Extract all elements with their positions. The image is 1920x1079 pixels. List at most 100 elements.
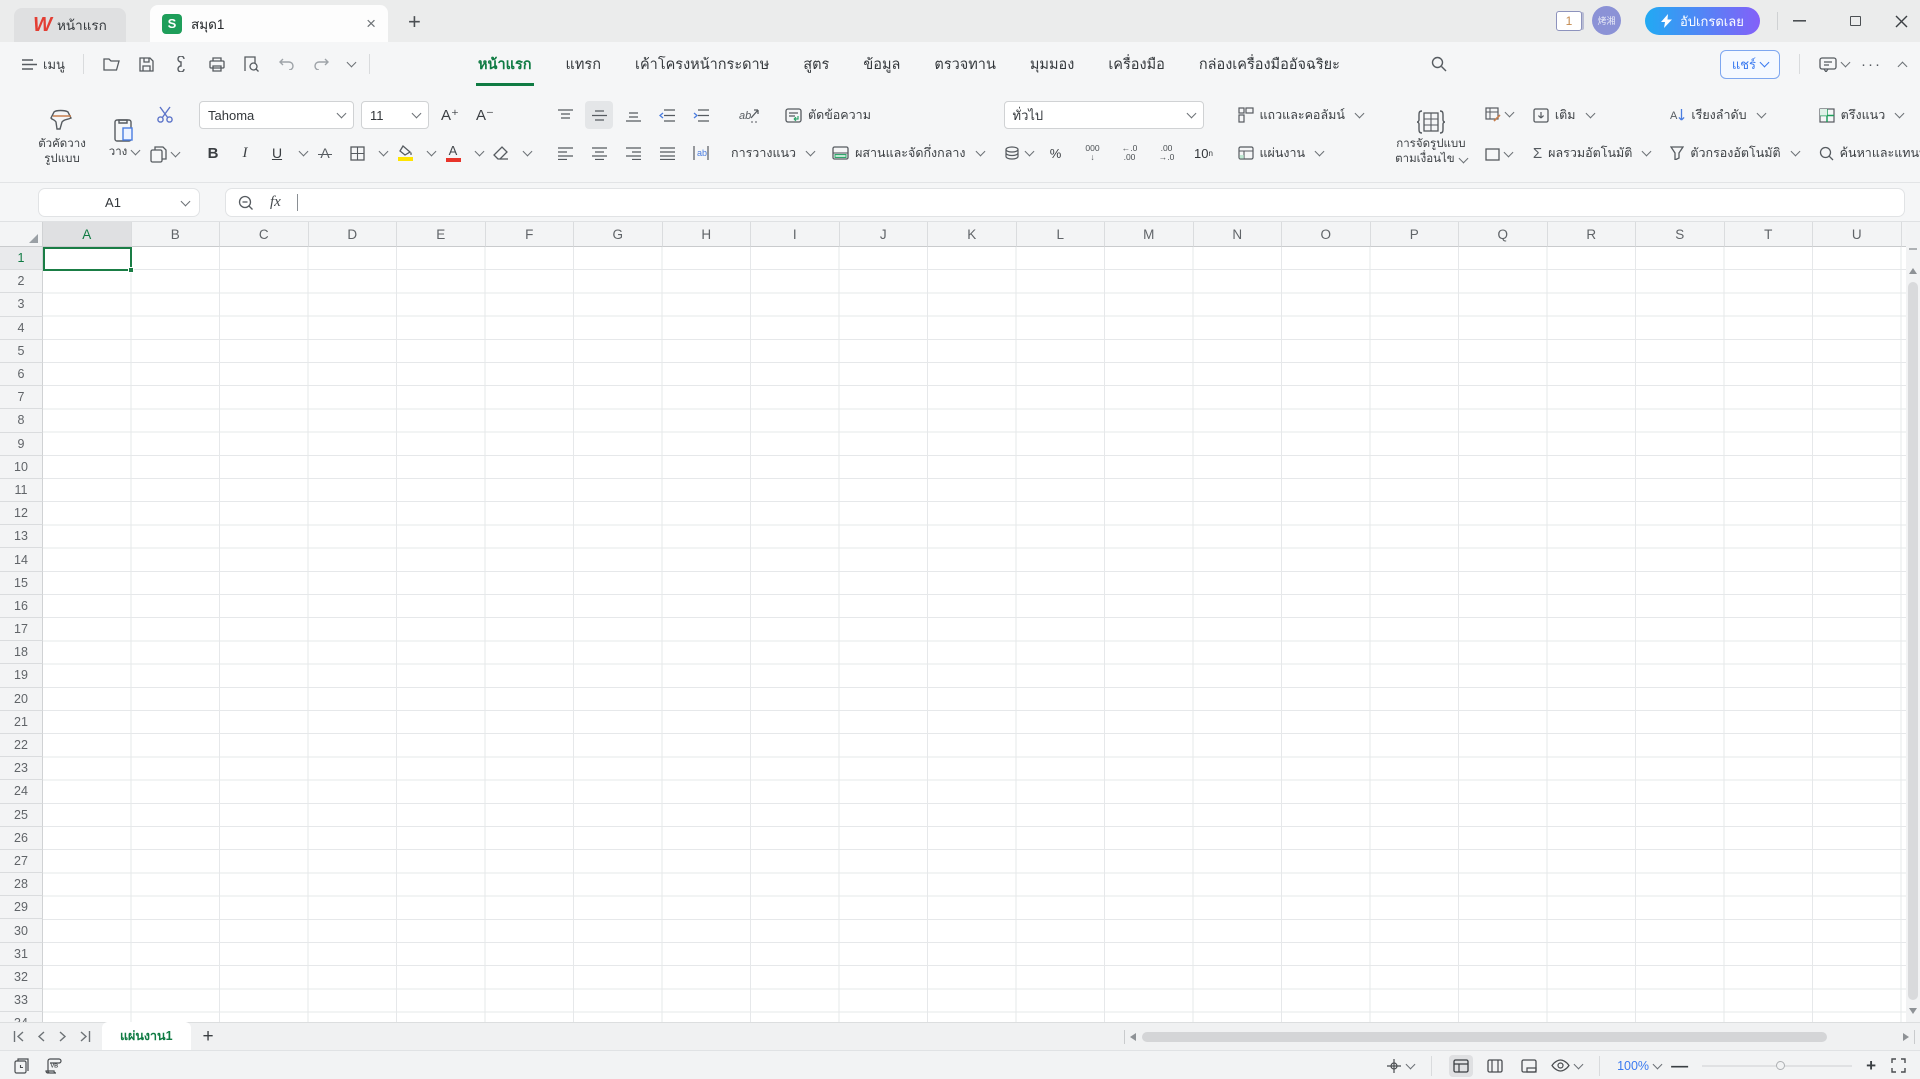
window-count-badge[interactable]: 1 [1556,11,1582,31]
redo-button[interactable] [308,50,336,78]
wrap-text-button[interactable]: ตัดข้อความ [785,105,871,125]
main-menu-button[interactable]: เมนู [18,54,69,75]
close-button[interactable] [1884,0,1918,42]
open-file-button[interactable] [98,50,126,78]
row-header-34[interactable]: 34 [0,1012,43,1022]
row-header-14[interactable]: 14 [0,548,43,571]
ribbon-tab-1[interactable]: หน้าแรก [478,53,532,76]
row-header-4[interactable]: 4 [0,317,43,340]
name-box[interactable]: A1 [38,188,200,217]
macro-record-icon[interactable]: VB [45,1058,62,1074]
increase-decimal-button[interactable]: ←.0.00 [1116,139,1144,167]
column-header-B[interactable]: B [132,222,221,247]
column-header-N[interactable]: N [1194,222,1283,247]
number-format-select[interactable]: ทั่วไป [1004,101,1204,129]
zoom-slider-handle[interactable] [1776,1061,1785,1070]
zoom-level-button[interactable]: 100% [1617,1059,1661,1073]
align-center-button[interactable] [585,139,613,167]
save-button[interactable] [133,50,161,78]
font-color-button[interactable]: A [439,139,467,167]
page-layout-view-button[interactable] [1483,1055,1507,1077]
row-header-26[interactable]: 26 [0,827,43,850]
align-middle-button[interactable] [585,101,613,129]
percent-button[interactable]: % [1042,139,1070,167]
clear-format-button[interactable] [487,139,515,167]
cells-area[interactable] [43,247,1906,1022]
row-header-20[interactable]: 20 [0,688,43,711]
fx-icon[interactable]: fx [270,194,281,211]
row-header-5[interactable]: 5 [0,340,43,363]
row-header-2[interactable]: 2 [0,270,43,293]
autofilter-button[interactable]: ตัวกรองอัตโนมัติ [1670,137,1798,169]
sort-button[interactable]: A เรียงลำดับ [1670,99,1798,131]
find-replace-button[interactable]: ค้นหาและแทนที่ [1819,137,1920,169]
shrink-font-button[interactable]: A⁻ [471,101,499,129]
column-header-O[interactable]: O [1282,222,1371,247]
row-header-9[interactable]: 9 [0,433,43,456]
column-header-F[interactable]: F [486,222,575,247]
column-header-K[interactable]: K [928,222,1017,247]
sheet-tab-active[interactable]: แผ่นงาน1 [102,1022,191,1050]
selection-mode-button[interactable] [1386,1058,1414,1074]
undo-button[interactable] [273,50,301,78]
row-header-10[interactable]: 10 [0,456,43,479]
row-header-17[interactable]: 17 [0,618,43,641]
worksheet-button[interactable]: แผ่นงาน [1238,137,1363,169]
column-headers[interactable]: ABCDEFGHIJKLMNOPQRSTUV [43,222,1906,247]
ribbon-tab-5[interactable]: ข้อมูล [863,53,900,76]
font-name-select[interactable]: Tahoma [199,101,354,129]
row-header-12[interactable]: 12 [0,502,43,525]
first-sheet-button[interactable] [10,1027,28,1047]
column-header-D[interactable]: D [309,222,398,247]
ribbon-tab-6[interactable]: ตรวจทาน [934,53,995,76]
column-header-E[interactable]: E [397,222,486,247]
next-sheet-button[interactable] [54,1027,72,1047]
ribbon-tab-7[interactable]: มุมมอง [1030,53,1074,76]
currency-button[interactable] [1004,139,1033,167]
format-as-table-button[interactable] [1485,100,1513,128]
close-tab-icon[interactable]: × [366,15,376,32]
row-header-22[interactable]: 22 [0,734,43,757]
fullscreen-button[interactable] [1886,1055,1910,1077]
column-header-T[interactable]: T [1725,222,1814,247]
add-sheet-button[interactable]: + [191,1026,226,1048]
column-header-G[interactable]: G [574,222,663,247]
export-pdf-button[interactable] [168,50,196,78]
row-header-16[interactable]: 16 [0,595,43,618]
more-button[interactable]: ··· [1861,56,1882,73]
autosum-button[interactable]: Σ ผลรวมอัตโนมัติ [1533,137,1650,169]
column-header-M[interactable]: M [1105,222,1194,247]
vertical-scrollbar[interactable] [1906,222,1920,1022]
column-header-S[interactable]: S [1636,222,1725,247]
column-header-U[interactable]: U [1813,222,1902,247]
zoom-formula-icon[interactable] [238,195,254,211]
ribbon-tab-3[interactable]: เค้าโครงหน้ากระดาษ [635,53,769,76]
conditional-formatting-button[interactable]: การจัดรูปแบบ ตามเงื่อนไข [1383,101,1479,167]
page-break-view-button[interactable] [1517,1055,1541,1077]
fill-color-button[interactable] [391,139,419,167]
decrease-indent-button[interactable] [653,101,681,129]
row-header-3[interactable]: 3 [0,293,43,316]
freeze-panes-button[interactable]: ตรึงแนว [1819,99,1920,131]
scientific-button[interactable]: 10n [1190,139,1218,167]
row-header-13[interactable]: 13 [0,525,43,548]
increase-indent-button[interactable] [687,101,715,129]
cut-button[interactable] [150,100,179,128]
ribbon-tab-8[interactable]: เครื่องมือ [1108,53,1165,76]
column-header-L[interactable]: L [1017,222,1106,247]
underline-button[interactable]: U [263,139,291,167]
column-header-A[interactable]: A [43,222,132,247]
zoom-out-button[interactable]: — [1671,1056,1688,1076]
print-preview-button[interactable] [238,50,266,78]
normal-view-button[interactable] [1449,1055,1473,1077]
formula-input[interactable]: fx [225,188,1905,217]
print-button[interactable] [203,50,231,78]
row-header-32[interactable]: 32 [0,966,43,989]
italic-button[interactable]: I [231,139,259,167]
last-sheet-button[interactable] [76,1027,94,1047]
column-header-Q[interactable]: Q [1459,222,1548,247]
row-header-18[interactable]: 18 [0,641,43,664]
align-bottom-button[interactable] [619,101,647,129]
justify-button[interactable] [653,139,681,167]
vertical-scroll-thumb[interactable] [1908,282,1918,1000]
